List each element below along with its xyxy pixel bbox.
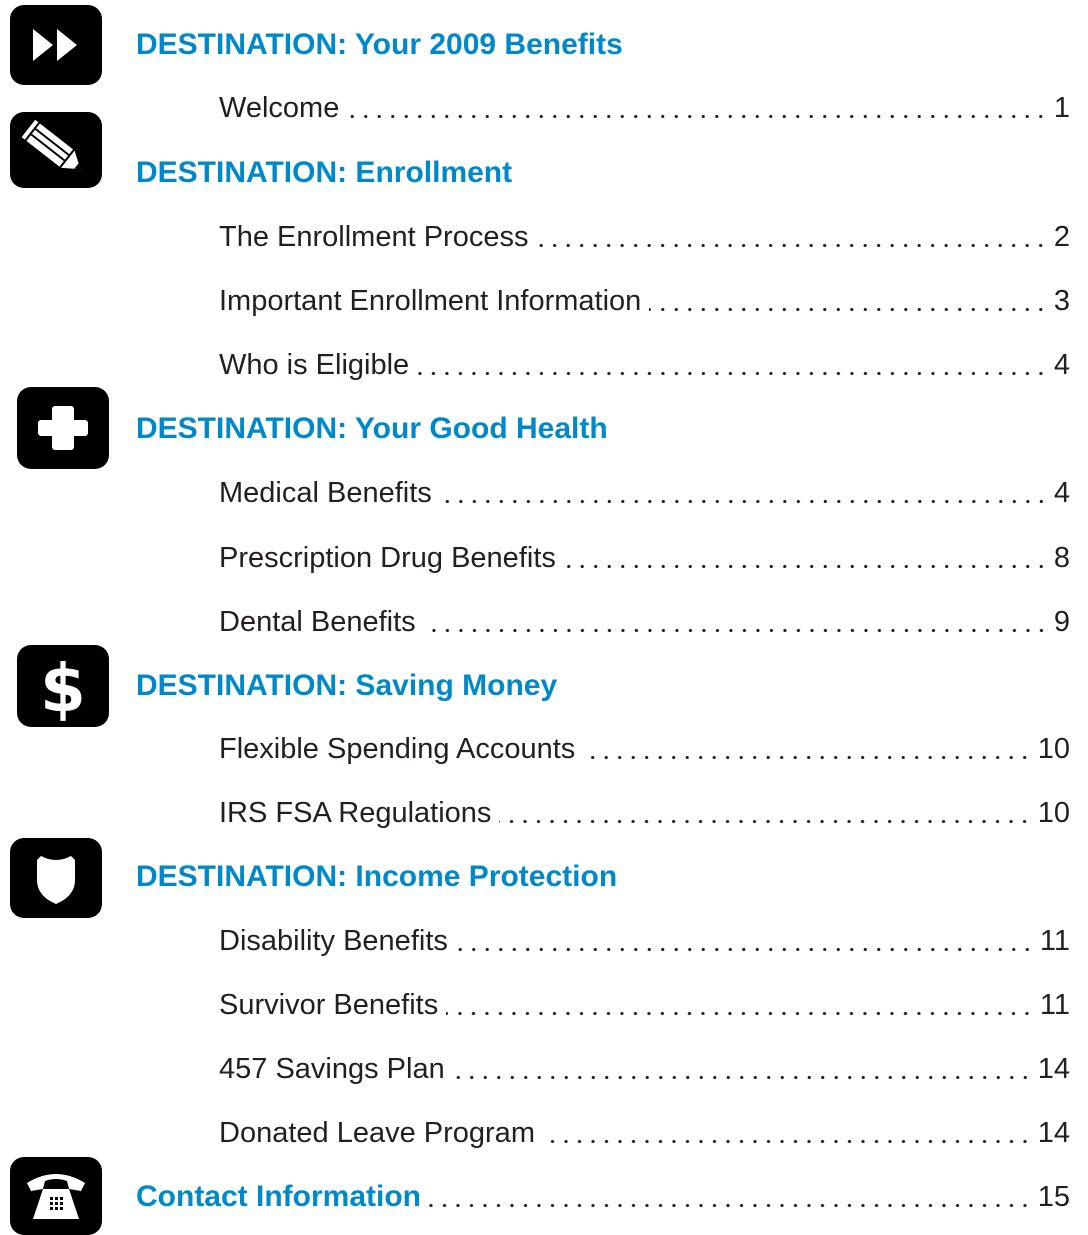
dot-leader bbox=[563, 565, 1048, 568]
dot-leader bbox=[649, 308, 1048, 311]
toc-entry-label: Dental Benefits bbox=[219, 606, 416, 638]
section-title-your-2009-benefits[interactable]: DESTINATION: Your 2009 Benefits bbox=[136, 27, 623, 63]
toc-entry-irs-fsa-regulations[interactable]: IRS FSA Regulations 10 bbox=[219, 795, 1070, 831]
pencil-icon bbox=[10, 112, 102, 188]
toc-entry-medical-benefits[interactable]: Medical Benefits 4 bbox=[219, 475, 1070, 511]
toc-entry-label: 457 Savings Plan bbox=[219, 1053, 445, 1085]
dot-leader bbox=[499, 820, 1032, 823]
section-title-saving-money[interactable]: DESTINATION: Saving Money bbox=[136, 668, 557, 704]
toc-entry-page: 8 bbox=[1053, 542, 1070, 574]
toc-entry-label: Important Enrollment Information bbox=[219, 285, 642, 317]
plus-cross-icon bbox=[17, 387, 109, 469]
section-title-enrollment[interactable]: DESTINATION: Enrollment bbox=[136, 155, 512, 191]
section-title-contact-information: Contact Information bbox=[136, 1180, 421, 1213]
toc-entry-contact-information[interactable]: Contact Information 15 bbox=[136, 1179, 1070, 1215]
toc-entry-flexible-spending-accounts[interactable]: Flexible Spending Accounts 10 bbox=[219, 731, 1070, 767]
dot-leader bbox=[423, 629, 1048, 632]
dot-leader bbox=[583, 756, 1032, 759]
toc-entry-label: Who is Eligible bbox=[219, 349, 410, 381]
toc-entry-page: 10 bbox=[1037, 733, 1070, 765]
toc-entry-label: Medical Benefits bbox=[219, 477, 432, 509]
toc-entry-label: The Enrollment Process bbox=[219, 221, 529, 253]
toc-entry-page: 9 bbox=[1053, 606, 1070, 638]
toc-entry-page: 4 bbox=[1053, 349, 1070, 381]
dot-leader bbox=[542, 1140, 1032, 1143]
shield-icon bbox=[10, 838, 102, 918]
toc-entry-page: 14 bbox=[1037, 1053, 1070, 1085]
section-title-your-good-health[interactable]: DESTINATION: Your Good Health bbox=[136, 411, 608, 447]
toc-entry-label: Flexible Spending Accounts bbox=[219, 733, 576, 765]
svg-text:$: $ bbox=[40, 651, 86, 721]
toc-entry-survivor-benefits[interactable]: Survivor Benefits 11 bbox=[219, 987, 1070, 1023]
toc-entry-label: Welcome bbox=[219, 92, 340, 124]
toc-entry-welcome[interactable]: Welcome 1 bbox=[219, 90, 1070, 126]
toc-entry-label: Donated Leave Program bbox=[219, 1117, 535, 1149]
toc-entry-label: Disability Benefits bbox=[219, 925, 448, 957]
dot-leader bbox=[536, 244, 1048, 247]
toc-entry-enrollment-process[interactable]: The Enrollment Process 2 bbox=[219, 219, 1070, 255]
dot-leader bbox=[439, 500, 1048, 503]
toc-entry-who-is-eligible[interactable]: Who is Eligible 4 bbox=[219, 347, 1070, 383]
toc-entry-page: 15 bbox=[1037, 1181, 1070, 1213]
toc-entry-label: Survivor Benefits bbox=[219, 989, 439, 1021]
dot-leader bbox=[417, 372, 1048, 375]
telephone-icon bbox=[10, 1157, 102, 1235]
toc-entry-important-enrollment-information[interactable]: Important Enrollment Information 3 bbox=[219, 283, 1070, 319]
dot-leader bbox=[429, 1204, 1032, 1207]
toc-entry-dental-benefits[interactable]: Dental Benefits 9 bbox=[219, 604, 1070, 640]
toc-entry-disability-benefits[interactable]: Disability Benefits 11 bbox=[219, 923, 1070, 959]
toc-entry-label: IRS FSA Regulations bbox=[219, 797, 492, 829]
toc-entry-page: 11 bbox=[1039, 925, 1070, 957]
toc-entry-page: 1 bbox=[1053, 92, 1070, 124]
toc-entry-page: 4 bbox=[1053, 477, 1070, 509]
section-title-income-protection[interactable]: DESTINATION: Income Protection bbox=[136, 859, 617, 895]
toc-entry-457-savings-plan[interactable]: 457 Savings Plan 14 bbox=[219, 1051, 1070, 1087]
toc-entry-page: 14 bbox=[1037, 1117, 1070, 1149]
toc-entry-page: 10 bbox=[1037, 797, 1070, 829]
dot-leader bbox=[347, 115, 1048, 118]
dot-leader bbox=[452, 1076, 1032, 1079]
dot-leader bbox=[455, 948, 1034, 951]
toc-entry-prescription-drug-benefits[interactable]: Prescription Drug Benefits 8 bbox=[219, 540, 1070, 576]
dollar-sign-icon: $ bbox=[17, 645, 109, 727]
fast-forward-icon bbox=[10, 5, 102, 85]
toc-entry-donated-leave-program[interactable]: Donated Leave Program 14 bbox=[219, 1115, 1070, 1151]
toc-entry-page: 3 bbox=[1053, 285, 1070, 317]
dot-leader bbox=[446, 1012, 1034, 1015]
toc-entry-page: 2 bbox=[1053, 221, 1070, 253]
toc-entry-page: 11 bbox=[1039, 989, 1070, 1021]
toc-entry-label: Prescription Drug Benefits bbox=[219, 542, 556, 574]
